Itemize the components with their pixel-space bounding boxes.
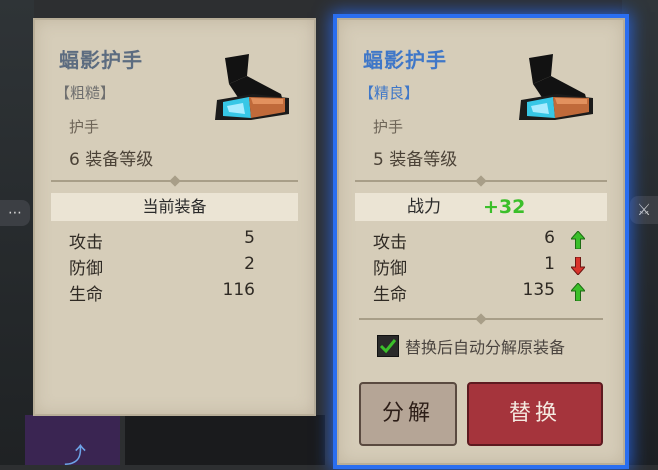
item-level: 5 装备等级 xyxy=(373,150,458,170)
item-type: 护手 xyxy=(69,118,100,136)
stat-row-defense: 防御 2 xyxy=(69,254,255,279)
sword-icon[interactable]: ⚔ xyxy=(630,196,658,224)
stat-label: 防御 xyxy=(373,259,407,279)
auto-decompose-checkbox[interactable] xyxy=(377,335,399,357)
stat-value: 6 xyxy=(544,228,555,248)
current-equipment-banner: 当前装备 xyxy=(51,193,298,221)
upgrade-arrow-icon: ⤴ xyxy=(64,444,87,469)
item-type: 护手 xyxy=(373,118,404,136)
stat-label: 生命 xyxy=(373,285,407,305)
replace-button[interactable]: 替换 xyxy=(467,382,603,446)
stat-label: 攻击 xyxy=(69,233,103,253)
decompose-button[interactable]: 分解 xyxy=(359,382,457,446)
inventory-slot[interactable] xyxy=(125,415,325,465)
item-quality: 【精良】 xyxy=(359,84,420,102)
current-item-card: 蝠影护手 【粗糙】 护手 6 装备等级 当前装备 攻击 5 防御 2 生命 11… xyxy=(33,18,316,416)
arrow-down-icon xyxy=(571,257,585,275)
gauntlet-icon xyxy=(511,54,597,134)
divider xyxy=(359,318,603,320)
divider xyxy=(355,180,607,182)
power-delta: +32 xyxy=(483,196,526,218)
power-banner: 战力 +32 xyxy=(355,193,607,221)
stat-label: 生命 xyxy=(69,285,103,305)
chat-icon[interactable]: ⋯ xyxy=(0,200,30,226)
stat-value: 116 xyxy=(222,280,255,300)
background-left xyxy=(0,0,34,465)
item-level: 6 装备等级 xyxy=(69,150,154,170)
stat-label: 攻击 xyxy=(373,233,407,253)
gauntlet-icon xyxy=(207,54,293,134)
divider xyxy=(51,180,298,182)
item-name: 蝠影护手 xyxy=(363,48,447,72)
new-item-card: 蝠影护手 【精良】 护手 5 装备等级 战力 +32 攻击 6 防御 1 生命 … xyxy=(333,14,629,469)
arrow-up-icon xyxy=(571,283,585,301)
stat-label: 防御 xyxy=(69,259,103,279)
stat-row-defense: 防御 1 xyxy=(373,254,555,279)
auto-decompose-label[interactable]: 替换后自动分解原装备 xyxy=(405,334,565,358)
stat-value: 5 xyxy=(244,228,255,248)
item-quality: 【粗糙】 xyxy=(55,84,116,102)
background-right xyxy=(622,0,658,465)
arrow-up-icon xyxy=(571,231,585,249)
stat-row-attack: 攻击 5 xyxy=(69,228,255,253)
checkmark-icon xyxy=(379,339,397,354)
stat-row-health: 生命 135 xyxy=(373,280,555,305)
stat-row-health: 生命 116 xyxy=(69,280,255,305)
power-label: 战力 xyxy=(407,197,441,217)
stat-row-attack: 攻击 6 xyxy=(373,228,555,253)
stat-value: 1 xyxy=(544,254,555,274)
stat-value: 135 xyxy=(522,280,555,300)
item-name: 蝠影护手 xyxy=(59,48,143,72)
stat-value: 2 xyxy=(244,254,255,274)
